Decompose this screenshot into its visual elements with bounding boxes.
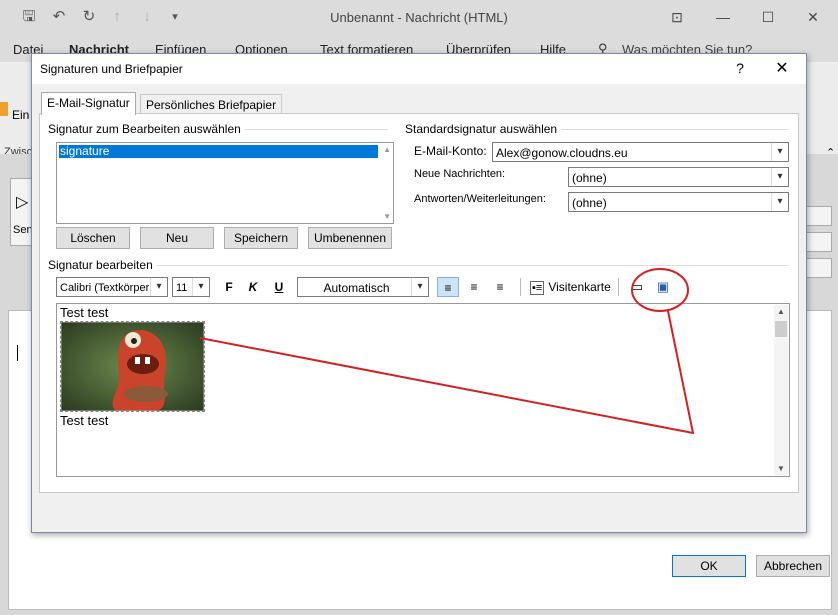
annotation-arrow [199, 310, 695, 435]
tab-email-signatur[interactable]: E-Mail-Signatur [41, 92, 136, 115]
annotation-circle [631, 268, 689, 312]
